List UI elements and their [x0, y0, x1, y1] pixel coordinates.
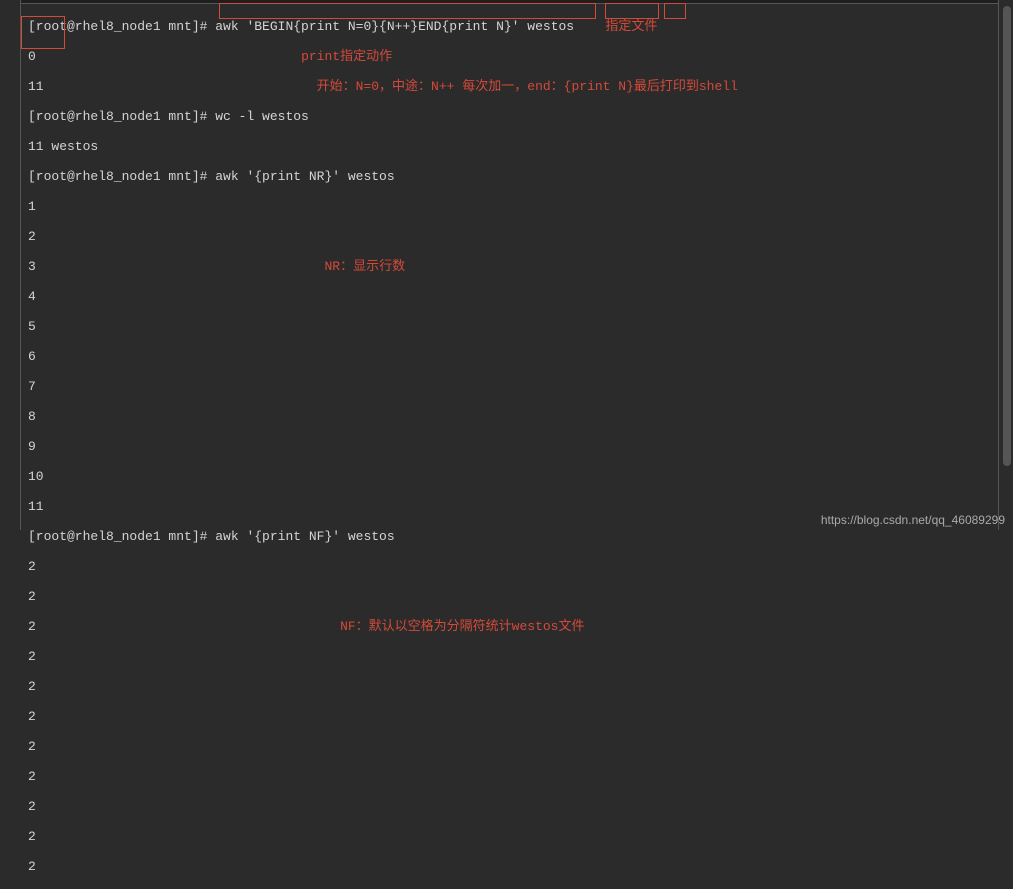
- nr-4: 4: [28, 289, 1013, 304]
- nf-1: 2: [28, 559, 1013, 574]
- nf-7: 2: [28, 739, 1013, 754]
- command-2: wc -l westos: [215, 109, 309, 124]
- scrollbar[interactable]: [1003, 6, 1011, 466]
- nr-1: 1: [28, 199, 1013, 214]
- terminal-output[interactable]: [root@rhel8_node1 mnt]# awk 'BEGIN{print…: [28, 4, 1013, 889]
- window-left-edge: [20, 0, 21, 530]
- prompt: [root@rhel8_node1 mnt]#: [28, 169, 215, 184]
- prompt-line-4: [root@rhel8_node1 mnt]# awk '{print NF}'…: [28, 529, 1013, 544]
- val: 3: [28, 259, 36, 274]
- prompt-line-3: [root@rhel8_node1 mnt]# awk '{print NR}'…: [28, 169, 1013, 184]
- output-11: 11 开始：N=0，中途：N++ 每次加一，end：{print N}最后打印到…: [28, 79, 1013, 94]
- nf-5: 2: [28, 679, 1013, 694]
- output-0: 0 print指定动作: [28, 49, 1013, 64]
- nr-3: 3 NR：显示行数: [28, 259, 1013, 274]
- nf-2: 2: [28, 589, 1013, 604]
- prompt-line-2: [root@rhel8_node1 mnt]# wc -l westos: [28, 109, 1013, 124]
- nr-11: 11: [28, 499, 1013, 514]
- annot-print: print指定动作: [301, 49, 392, 64]
- prompt-line-1: [root@rhel8_node1 mnt]# awk 'BEGIN{print…: [28, 19, 1013, 34]
- watermark: https://blog.csdn.net/qq_46089299: [821, 513, 1005, 528]
- nr-8: 8: [28, 409, 1013, 424]
- nf-3: 2 NF：默认以空格为分隔符统计westos文件: [28, 619, 1013, 634]
- command-3: awk '{print NR}' westos: [215, 169, 394, 184]
- annot-nf: NF：默认以空格为分隔符统计westos文件: [340, 619, 584, 634]
- nf-10: 2: [28, 829, 1013, 844]
- val: 2: [28, 619, 36, 634]
- prompt: [root@rhel8_node1 mnt]#: [28, 19, 215, 34]
- nr-2: 2: [28, 229, 1013, 244]
- output-wc: 11 westos: [28, 139, 1013, 154]
- annot-begin: 开始：N=0，中途：N++ 每次加一，end：{print N}最后打印到she…: [317, 79, 738, 94]
- nr-10: 10: [28, 469, 1013, 484]
- nf-9: 2: [28, 799, 1013, 814]
- command-4: awk '{print NF}' westos: [215, 529, 394, 544]
- val: 0: [28, 49, 36, 64]
- prompt: [root@rhel8_node1 mnt]#: [28, 529, 215, 544]
- nf-8: 2: [28, 769, 1013, 784]
- nr-6: 6: [28, 349, 1013, 364]
- prompt: [root@rhel8_node1 mnt]#: [28, 109, 215, 124]
- nf-4: 2: [28, 649, 1013, 664]
- nr-5: 5: [28, 319, 1013, 334]
- val: 11: [28, 79, 44, 94]
- nf-11: 2: [28, 859, 1013, 874]
- command-1: awk 'BEGIN{print N=0}{N++}END{print N}' …: [215, 19, 574, 34]
- annot-file: 指定文件: [605, 19, 657, 34]
- nf-6: 2: [28, 709, 1013, 724]
- nr-9: 9: [28, 439, 1013, 454]
- annot-nr: NR：显示行数: [324, 259, 405, 274]
- nr-7: 7: [28, 379, 1013, 394]
